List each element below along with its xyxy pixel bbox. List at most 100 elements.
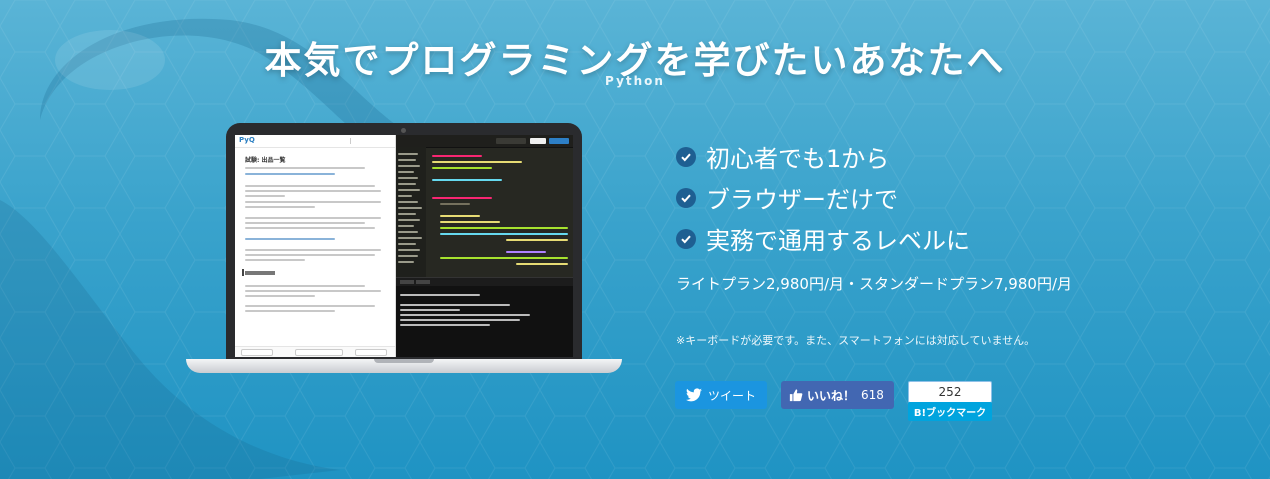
file-tree-item[interactable] bbox=[398, 231, 418, 233]
document-text-line bbox=[245, 185, 375, 187]
check-circle-icon bbox=[676, 146, 696, 167]
code-line bbox=[440, 233, 568, 235]
terminal-tabs bbox=[396, 278, 573, 286]
terminal-output-line bbox=[400, 324, 490, 326]
code-line bbox=[440, 227, 568, 229]
section-heading bbox=[245, 271, 275, 275]
code-line bbox=[506, 251, 546, 253]
document-text-line bbox=[245, 201, 381, 203]
hatena-bookmark-button[interactable]: B!ブックマーク bbox=[908, 402, 992, 421]
document-text-line bbox=[245, 195, 285, 197]
terminal-output-line bbox=[400, 304, 510, 306]
file-tree-item[interactable] bbox=[398, 255, 418, 257]
document-toolbar: PyQ bbox=[235, 135, 395, 148]
code-line bbox=[440, 215, 480, 217]
file-tree-item[interactable] bbox=[398, 153, 418, 155]
document-text-line bbox=[245, 310, 335, 312]
code-line bbox=[432, 179, 502, 181]
laptop-base-notch bbox=[374, 359, 434, 363]
document-footer bbox=[235, 346, 395, 357]
code-line bbox=[440, 221, 500, 223]
document-text-line bbox=[245, 190, 381, 192]
file-tree bbox=[396, 147, 426, 277]
document-link-line bbox=[245, 173, 335, 175]
like-button-label: いいね！ bbox=[807, 388, 856, 403]
file-tree-item[interactable] bbox=[398, 219, 420, 221]
document-text-line bbox=[245, 217, 381, 219]
laptop-base bbox=[186, 359, 622, 373]
code-line bbox=[432, 167, 492, 169]
check-circle-icon bbox=[676, 187, 696, 208]
section-marker bbox=[242, 269, 244, 276]
save-button[interactable] bbox=[549, 138, 569, 144]
next-quest-button[interactable] bbox=[295, 349, 343, 356]
tweet-button[interactable]: ツイート bbox=[675, 381, 767, 409]
file-tree-item[interactable] bbox=[398, 237, 422, 239]
document-text-line bbox=[245, 285, 365, 287]
document-text-line bbox=[245, 222, 365, 224]
file-tree-item[interactable] bbox=[398, 213, 416, 215]
code-line bbox=[440, 257, 568, 259]
terminal-tab[interactable] bbox=[400, 280, 414, 284]
document-text-line bbox=[245, 206, 315, 208]
document-text-line bbox=[245, 254, 375, 256]
terminal-tab[interactable] bbox=[416, 280, 430, 284]
feature-label: ブラウザーだけで bbox=[706, 186, 898, 214]
document-text-line bbox=[245, 167, 365, 169]
requirements-notice: ※キーボードが必要です。また、スマートフォンには対応していません。 bbox=[676, 334, 1036, 347]
file-tree-item[interactable] bbox=[398, 261, 414, 263]
document-text-line bbox=[245, 305, 375, 307]
feature-item: 実務で通用するレベルに bbox=[676, 218, 970, 259]
document-toolbar-buttons bbox=[350, 138, 391, 144]
feature-item: ブラウザーだけで bbox=[676, 177, 970, 218]
file-tree-item[interactable] bbox=[398, 201, 418, 203]
like-count: 618 bbox=[861, 388, 884, 402]
file-tree-item[interactable] bbox=[398, 207, 422, 209]
facebook-like-button[interactable]: いいね！ 618 bbox=[781, 381, 894, 409]
document-link-line bbox=[245, 238, 335, 240]
terminal-output-line bbox=[400, 319, 520, 321]
run-button[interactable] bbox=[530, 138, 546, 144]
laptop-lid: PyQ 試験: 出品一覧 bbox=[226, 123, 582, 363]
file-tree-item[interactable] bbox=[398, 183, 416, 185]
hero-subtitle: Python bbox=[605, 74, 665, 88]
laptop-mockup: PyQ 試験: 出品一覧 bbox=[186, 123, 622, 375]
document-text-line bbox=[245, 290, 381, 292]
file-tree-item[interactable] bbox=[398, 171, 414, 173]
hatena-bookmark-count[interactable]: 252 bbox=[908, 381, 992, 403]
tweet-button-label: ツイート bbox=[707, 388, 756, 403]
file-tree-item[interactable] bbox=[398, 195, 412, 197]
file-tree-item[interactable] bbox=[398, 165, 420, 167]
file-tree-item[interactable] bbox=[398, 159, 416, 161]
pyq-logo: PyQ bbox=[239, 136, 255, 144]
code-line bbox=[516, 263, 568, 265]
thumbs-up-icon bbox=[789, 389, 803, 402]
code-line bbox=[432, 197, 492, 199]
submit-button[interactable] bbox=[355, 349, 387, 356]
file-tree-item[interactable] bbox=[398, 189, 420, 191]
hatena-bookmark-widget: 252 B!ブックマーク bbox=[908, 381, 992, 421]
code-line bbox=[432, 161, 522, 163]
editor-toolbar-button[interactable] bbox=[496, 138, 526, 144]
check-circle-icon bbox=[676, 228, 696, 249]
laptop-camera bbox=[401, 128, 406, 133]
document-text-line bbox=[245, 249, 381, 251]
code-line bbox=[440, 203, 470, 205]
file-tree-item[interactable] bbox=[398, 243, 416, 245]
file-tree-item[interactable] bbox=[398, 177, 418, 179]
terminal-output-line bbox=[400, 309, 460, 311]
document-text-line bbox=[245, 227, 375, 229]
document-text-line bbox=[245, 259, 305, 261]
feature-label: 初心者でも1から bbox=[706, 145, 890, 173]
terminal-output-line bbox=[400, 294, 480, 296]
prev-lesson-button[interactable] bbox=[241, 349, 273, 356]
feature-item: 初心者でも1から bbox=[676, 136, 970, 177]
lesson-document-pane: PyQ 試験: 出品一覧 bbox=[235, 135, 396, 357]
code-line bbox=[432, 155, 482, 157]
feature-list: 初心者でも1から ブラウザーだけで 実務で通用するレベルに bbox=[676, 136, 970, 259]
feature-label: 実務で通用するレベルに bbox=[706, 227, 970, 255]
code-line bbox=[506, 239, 568, 241]
file-tree-item[interactable] bbox=[398, 225, 414, 227]
file-tree-item[interactable] bbox=[398, 249, 420, 251]
code-editor-pane bbox=[396, 135, 573, 357]
